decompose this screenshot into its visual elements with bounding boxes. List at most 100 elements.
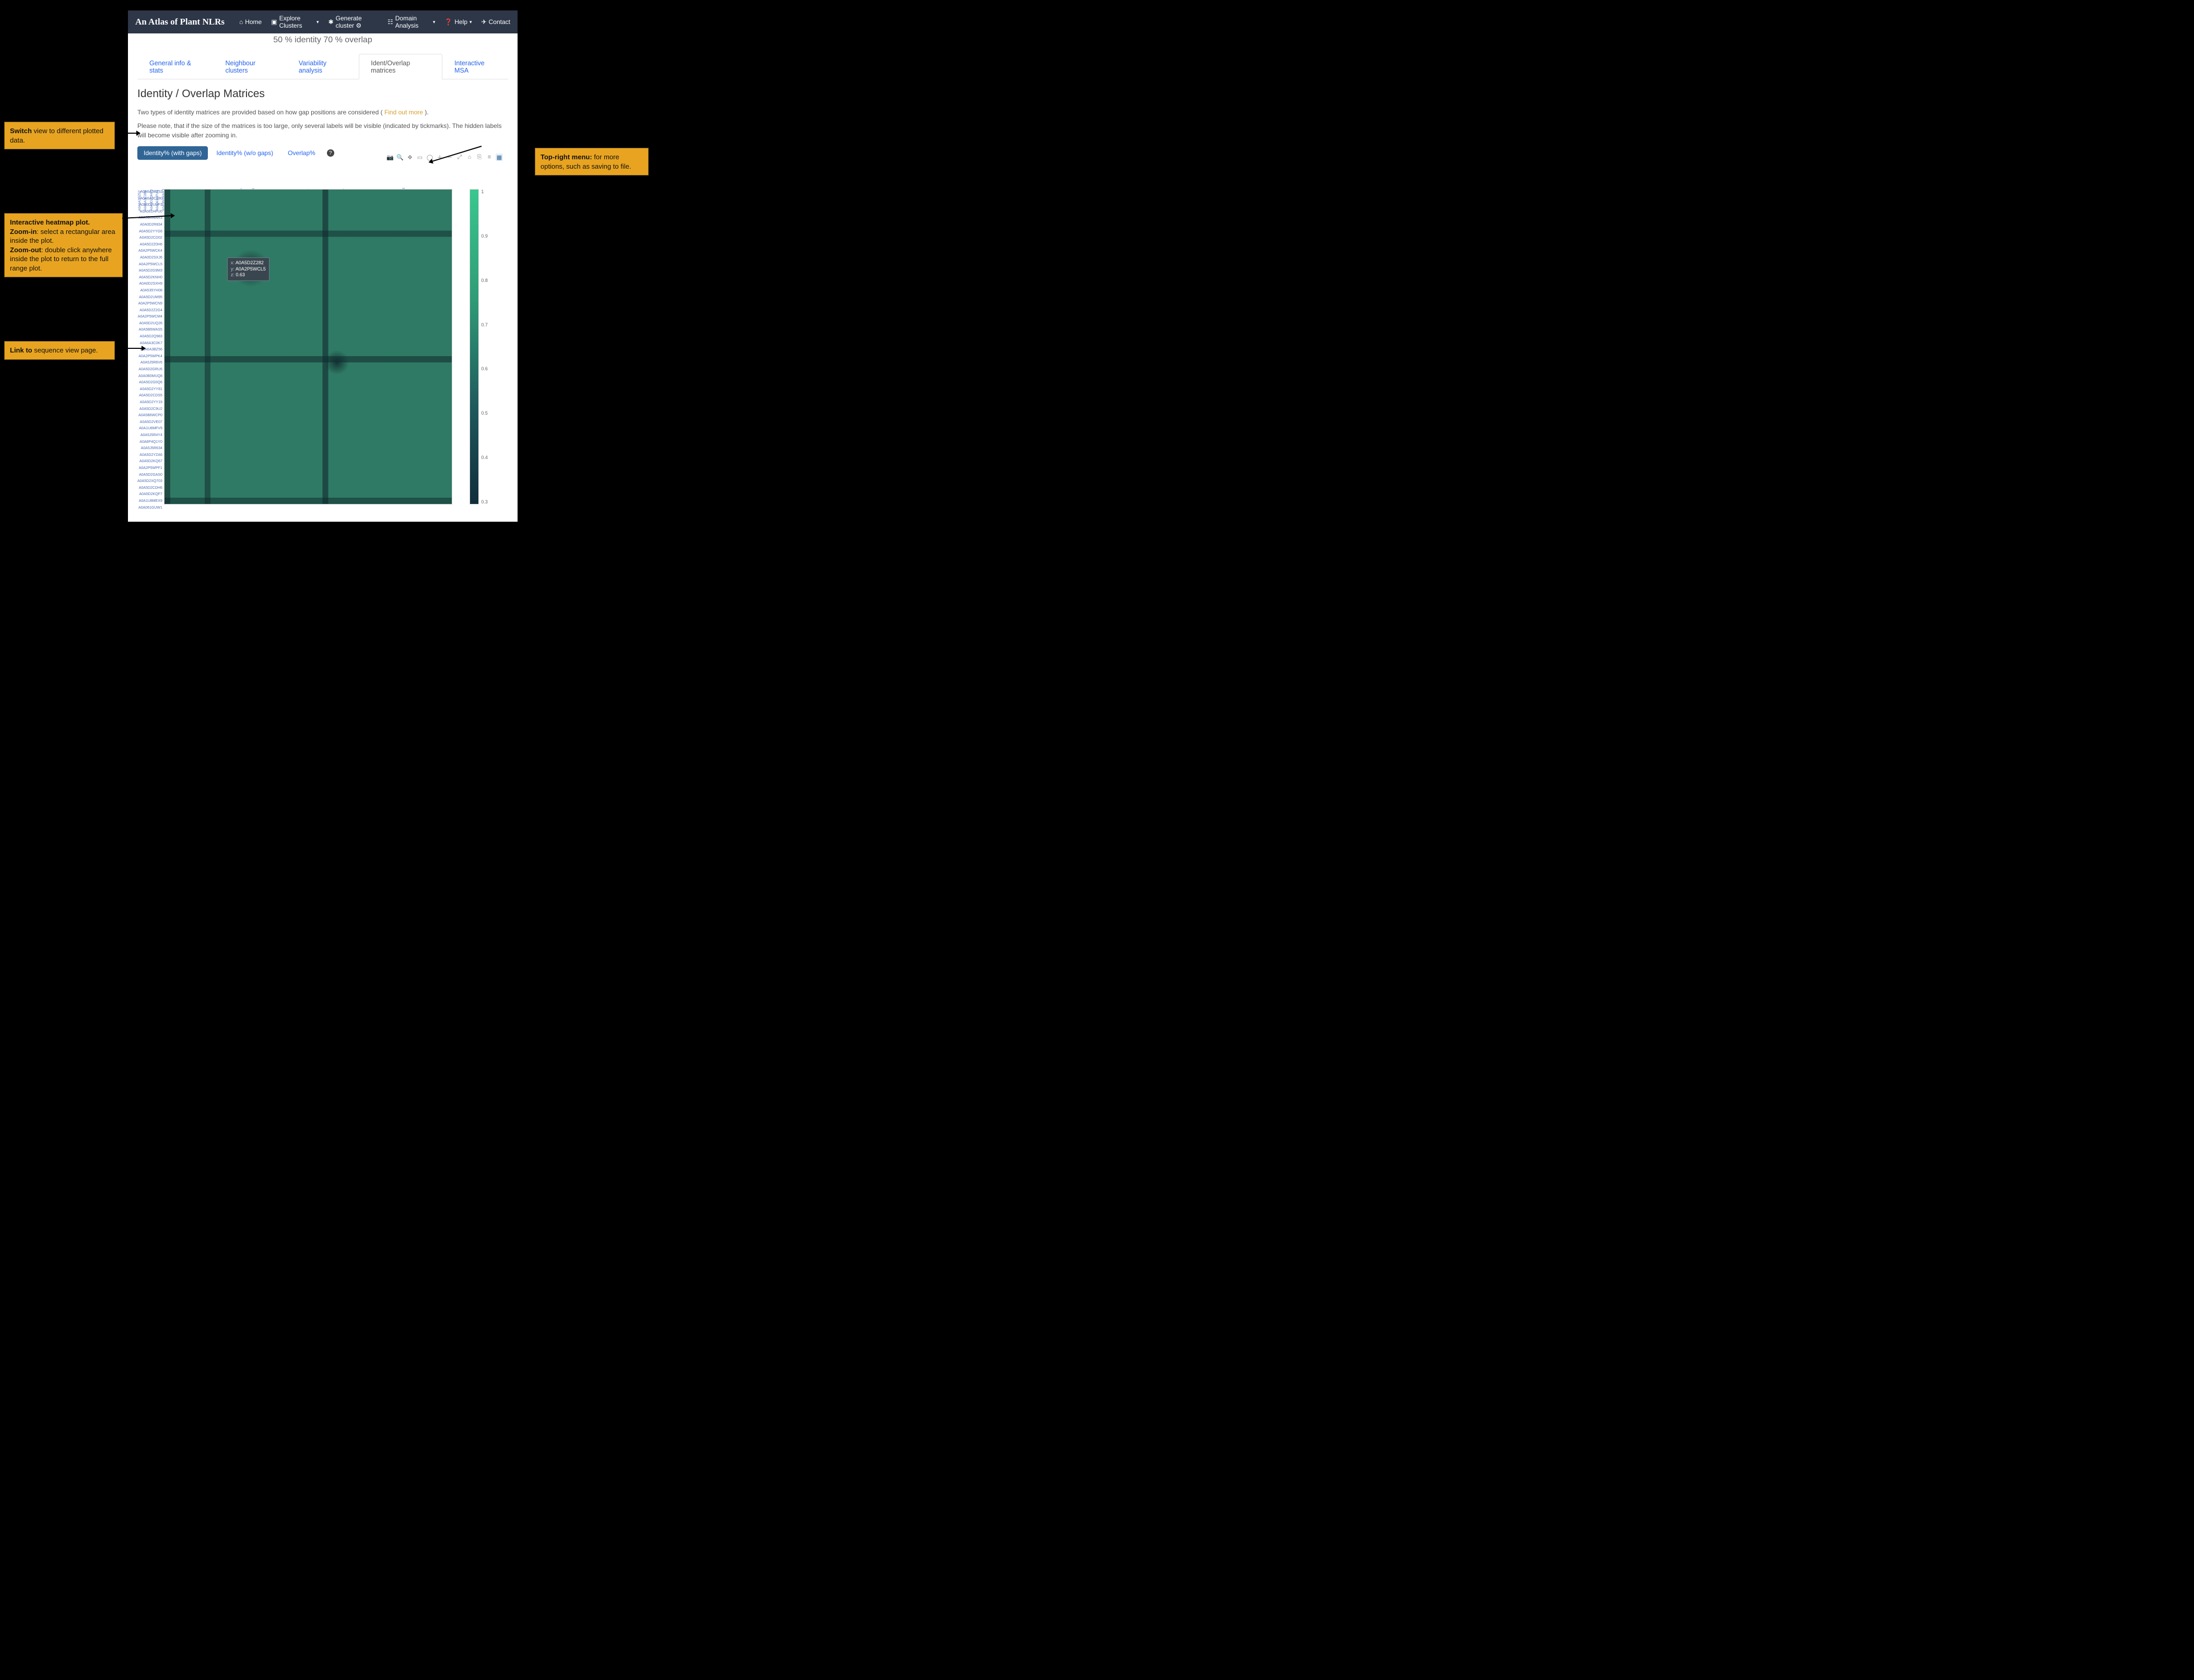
- y-tick-label[interactable]: A0A5D2GRU6: [137, 367, 162, 373]
- chevron-down-icon: ▾: [316, 19, 319, 25]
- y-tick-label[interactable]: A0A535YH08: [137, 288, 162, 295]
- y-tick-label[interactable]: A0A5J5R6V6: [137, 360, 162, 367]
- colorbar-tick: 0.7: [481, 322, 488, 327]
- y-tick-label[interactable]: A0A5J5R4Y4: [137, 432, 162, 439]
- colorbar-tick: 0.8: [481, 278, 488, 283]
- page-body: 50 % identity 70 % overlap General info …: [128, 33, 518, 522]
- callout-topright: Top-right menu: for more options, such a…: [535, 148, 649, 175]
- y-tick-label[interactable]: A0A0D2R834: [137, 222, 162, 229]
- nav-icon: ✱: [328, 18, 334, 26]
- y-tick-label[interactable]: A0A5D2G9M3: [137, 268, 162, 275]
- subtab-overlap-[interactable]: Overlap%: [281, 146, 322, 160]
- cluster-params-header: 50 % identity 70 % overlap: [137, 33, 508, 49]
- y-tick-label[interactable]: A0A5B6WCP0: [137, 413, 162, 419]
- colorbar-tick: 1: [481, 189, 488, 194]
- tab-variability-analysis[interactable]: Variability analysis: [287, 54, 359, 79]
- y-tick-label[interactable]: A0A5D2KQF7: [137, 491, 162, 498]
- find-out-more-link[interactable]: Find out more: [384, 109, 423, 116]
- y-tick-label[interactable]: A0A2P5WPF1: [137, 465, 162, 472]
- y-tick-label[interactable]: A0A1U8MFV9: [137, 426, 162, 432]
- callout-switch: Switch view to different plotted data.: [4, 122, 115, 149]
- y-tick-label[interactable]: A0A6P4Q1Y0: [137, 439, 162, 446]
- nav-icon: ▣: [271, 18, 277, 26]
- nav-icon: ✈: [482, 18, 487, 26]
- tab-interactive-msa[interactable]: Interactive MSA: [442, 54, 508, 79]
- colorbar-tick: 0.5: [481, 410, 488, 416]
- y-tick-label[interactable]: A0A0D2SXH9: [137, 281, 162, 288]
- modebar-reset-icon[interactable]: ⌂: [466, 154, 473, 161]
- y-tick-label[interactable]: A0A5D2YZA6: [137, 452, 162, 459]
- nav-generate-cluster-[interactable]: ✱ Generate cluster ⚙: [328, 15, 378, 29]
- y-tick-label[interactable]: A0A5D2VE07: [137, 419, 162, 426]
- arrow-switch: [115, 133, 140, 134]
- modebar-toggle-hover-icon[interactable]: ≡: [486, 154, 493, 161]
- colorbar-tick: 0.9: [481, 233, 488, 239]
- y-tick-label[interactable]: A0A5D2YYG6: [137, 229, 162, 236]
- colorbar-tick: 0.3: [481, 499, 488, 504]
- modebar-pan-icon[interactable]: ✥: [406, 154, 414, 161]
- nav-icon: ⌂: [239, 18, 243, 26]
- y-tick-label[interactable]: A0A5D2CD02: [137, 235, 162, 242]
- modebar-camera-icon[interactable]: 📷: [386, 154, 394, 161]
- nav-help[interactable]: ❓ Help ▾: [444, 18, 472, 26]
- y-tick-label[interactable]: A0A5D2YY81: [137, 386, 162, 393]
- nav-icon: ❓: [444, 18, 452, 26]
- modebar-zoom-icon[interactable]: 🔍: [396, 154, 404, 161]
- help-icon[interactable]: ?: [327, 149, 334, 157]
- y-tick-label[interactable]: A0A061GUW1: [137, 505, 162, 512]
- modebar-autoscale-icon[interactable]: ⤢: [456, 154, 463, 161]
- chevron-down-icon: ▾: [470, 19, 472, 25]
- chevron-down-icon: ▾: [433, 19, 436, 25]
- y-axis-labels: A0A6A3BZ52A0A6A3C280A0A0D2UHF3A0A061HFU0…: [137, 163, 164, 511]
- y-tick-label[interactable]: A0A5D2YY19: [137, 400, 162, 406]
- subtab-identity-with-gaps-[interactable]: Identity% (with gaps): [137, 146, 208, 160]
- modebar-toggle-spike-icon[interactable]: ⎘: [476, 154, 483, 161]
- tab-ident-overlap-matrices[interactable]: Ident/Overlap matrices: [359, 54, 442, 79]
- main-tabs: General info & statsNeighbour clustersVa…: [137, 53, 508, 79]
- arrow-link: [115, 348, 145, 349]
- y-tick-label[interactable]: A0A5D2CDS5: [137, 393, 162, 400]
- y-tick-label[interactable]: A0A1U8MEX9: [137, 498, 162, 505]
- y-tick-label[interactable]: A0A5D2Z2G4: [137, 308, 162, 314]
- y-tick-label[interactable]: A0A2P5WCK4: [137, 248, 162, 255]
- heatmap-canvas[interactable]: x: A0A5D2Z282 y: A0A2P5WCL5 z: 0.63: [164, 189, 452, 504]
- callout-link: Link to sequence view page.: [4, 341, 115, 360]
- y-tick-label[interactable]: A0A2P5WCM4: [137, 314, 162, 321]
- modebar-select-icon[interactable]: ▭: [416, 154, 424, 161]
- y-tick-label[interactable]: A0A5D2CDH6: [137, 485, 162, 492]
- y-tick-label[interactable]: A0A2P5WCL5: [137, 262, 162, 268]
- modebar-logo-icon[interactable]: ▦: [496, 154, 503, 161]
- desc-line-1: Two types of identity matrices are provi…: [137, 108, 508, 117]
- subtab-identity-w-o-gaps-[interactable]: Identity% (w/o gaps): [210, 146, 279, 160]
- y-tick-label[interactable]: A0A5D2KQ67: [137, 459, 162, 465]
- colorbar-gradient: [470, 189, 479, 504]
- hover-tooltip: x: A0A5D2Z282 y: A0A2P5WCL5 z: 0.63: [227, 257, 269, 281]
- y-tick-label[interactable]: A0A2P5WPK4: [137, 354, 162, 360]
- y-tick-label[interactable]: A0A5D2C9U2: [137, 406, 162, 413]
- y-tick-label[interactable]: A0A2P5WCN9: [137, 301, 162, 308]
- site-brand[interactable]: An Atlas of Plant NLRs: [135, 17, 225, 27]
- y-tick-label[interactable]: A0A5D2Z0H6: [137, 242, 162, 249]
- y-tick-label[interactable]: A0A0D2SXJ6: [137, 255, 162, 262]
- y-tick-label[interactable]: A0A5J5R634: [137, 445, 162, 452]
- nav-contact[interactable]: ✈ Contact: [482, 18, 510, 26]
- y-tick-label[interactable]: A0A5D2UQ26: [137, 321, 162, 327]
- x-axis-labels: A0A6A3BZ52A0A6A3C280A0A0D2UHF3A0A061HFU0…: [164, 163, 459, 189]
- tab-general-info-stats[interactable]: General info & stats: [137, 54, 213, 79]
- nav-icon: ☷: [388, 18, 393, 26]
- nav-home[interactable]: ⌂ Home: [239, 18, 262, 26]
- y-tick-label[interactable]: A0A5D2Q983: [137, 334, 162, 340]
- y-tick-label[interactable]: A0A5D2UM95: [137, 295, 162, 301]
- colorbar-ticks: 10.90.80.70.60.50.40.3: [481, 189, 488, 504]
- y-tick-label[interactable]: A0A5D2GAS0: [137, 472, 162, 479]
- y-tick-label[interactable]: A0A5B6WAS5: [137, 327, 162, 334]
- y-tick-label[interactable]: A0A5D2KNH0: [137, 275, 162, 281]
- tab-neighbour-clusters[interactable]: Neighbour clusters: [213, 54, 286, 79]
- y-tick-label[interactable]: A0A5D2G0Q6: [137, 380, 162, 386]
- desc-line-2: Please note, that if the size of the mat…: [137, 121, 508, 140]
- callout-heatmap: Interactive heatmap plot. Zoom-in: selec…: [4, 213, 123, 277]
- nav-explore-clusters[interactable]: ▣ Explore Clusters ▾: [271, 15, 319, 29]
- y-tick-label[interactable]: A0A5D2XQ703: [137, 478, 162, 485]
- y-tick-label[interactable]: A0A0B0MUQ8: [137, 373, 162, 380]
- nav-domain-analysis[interactable]: ☷ Domain Analysis ▾: [388, 15, 435, 29]
